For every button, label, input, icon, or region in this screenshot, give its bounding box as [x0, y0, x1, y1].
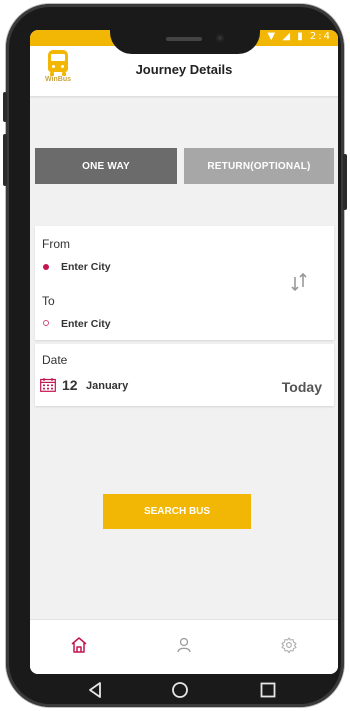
date-month: January — [86, 380, 129, 392]
side-button — [3, 92, 7, 122]
bottom-nav — [30, 619, 338, 674]
search-bus-button[interactable]: SEARCH BUS — [103, 494, 251, 529]
status-icons: ▼ ◢ ▮ 2:4 — [267, 31, 332, 42]
wifi-icon: ▼ — [267, 31, 278, 42]
from-label: From — [42, 237, 70, 251]
to-dot-icon — [43, 320, 49, 326]
notch — [110, 30, 260, 54]
side-button — [3, 134, 7, 186]
camera — [216, 34, 224, 42]
date-day: 12 — [62, 377, 78, 393]
route-card: From Enter City To Enter City — [35, 226, 334, 340]
page-title: Journey Details — [135, 62, 233, 77]
app-screen: ▼ ◢ ▮ 2:4 WinBus Journey Details ONE WAY — [30, 30, 338, 674]
date-relative: Today — [281, 379, 322, 395]
to-label: To — [42, 294, 55, 308]
phone-frame: ▼ ◢ ▮ 2:4 WinBus Journey Details ONE WAY — [3, 4, 347, 707]
battery-icon: ▮ — [297, 31, 305, 42]
to-city-input[interactable]: Enter City — [61, 318, 111, 330]
settings-icon[interactable] — [280, 636, 298, 654]
system-nav-bar — [6, 674, 350, 709]
profile-icon[interactable] — [175, 636, 193, 654]
from-city-input[interactable]: Enter City — [61, 261, 111, 273]
side-button — [343, 154, 347, 210]
one-way-button[interactable]: ONE WAY — [35, 148, 177, 184]
swap-icon[interactable] — [289, 270, 309, 294]
return-button[interactable]: RETURN(OPTIONAL) — [184, 148, 334, 184]
brand-name: WinBus — [45, 76, 71, 83]
date-label: Date — [42, 353, 68, 367]
status-time: 2:4 — [309, 31, 332, 42]
from-dot-icon — [43, 264, 49, 270]
back-icon[interactable] — [86, 680, 106, 700]
signal-icon: ◢ — [282, 31, 293, 42]
speaker — [166, 37, 202, 41]
bus-window — [51, 54, 65, 61]
recents-icon[interactable] — [258, 680, 278, 700]
home-circle-icon[interactable] — [170, 680, 190, 700]
home-icon[interactable] — [70, 636, 88, 654]
calendar-icon — [40, 378, 56, 392]
date-card[interactable]: Date 12 January Today — [35, 344, 334, 406]
